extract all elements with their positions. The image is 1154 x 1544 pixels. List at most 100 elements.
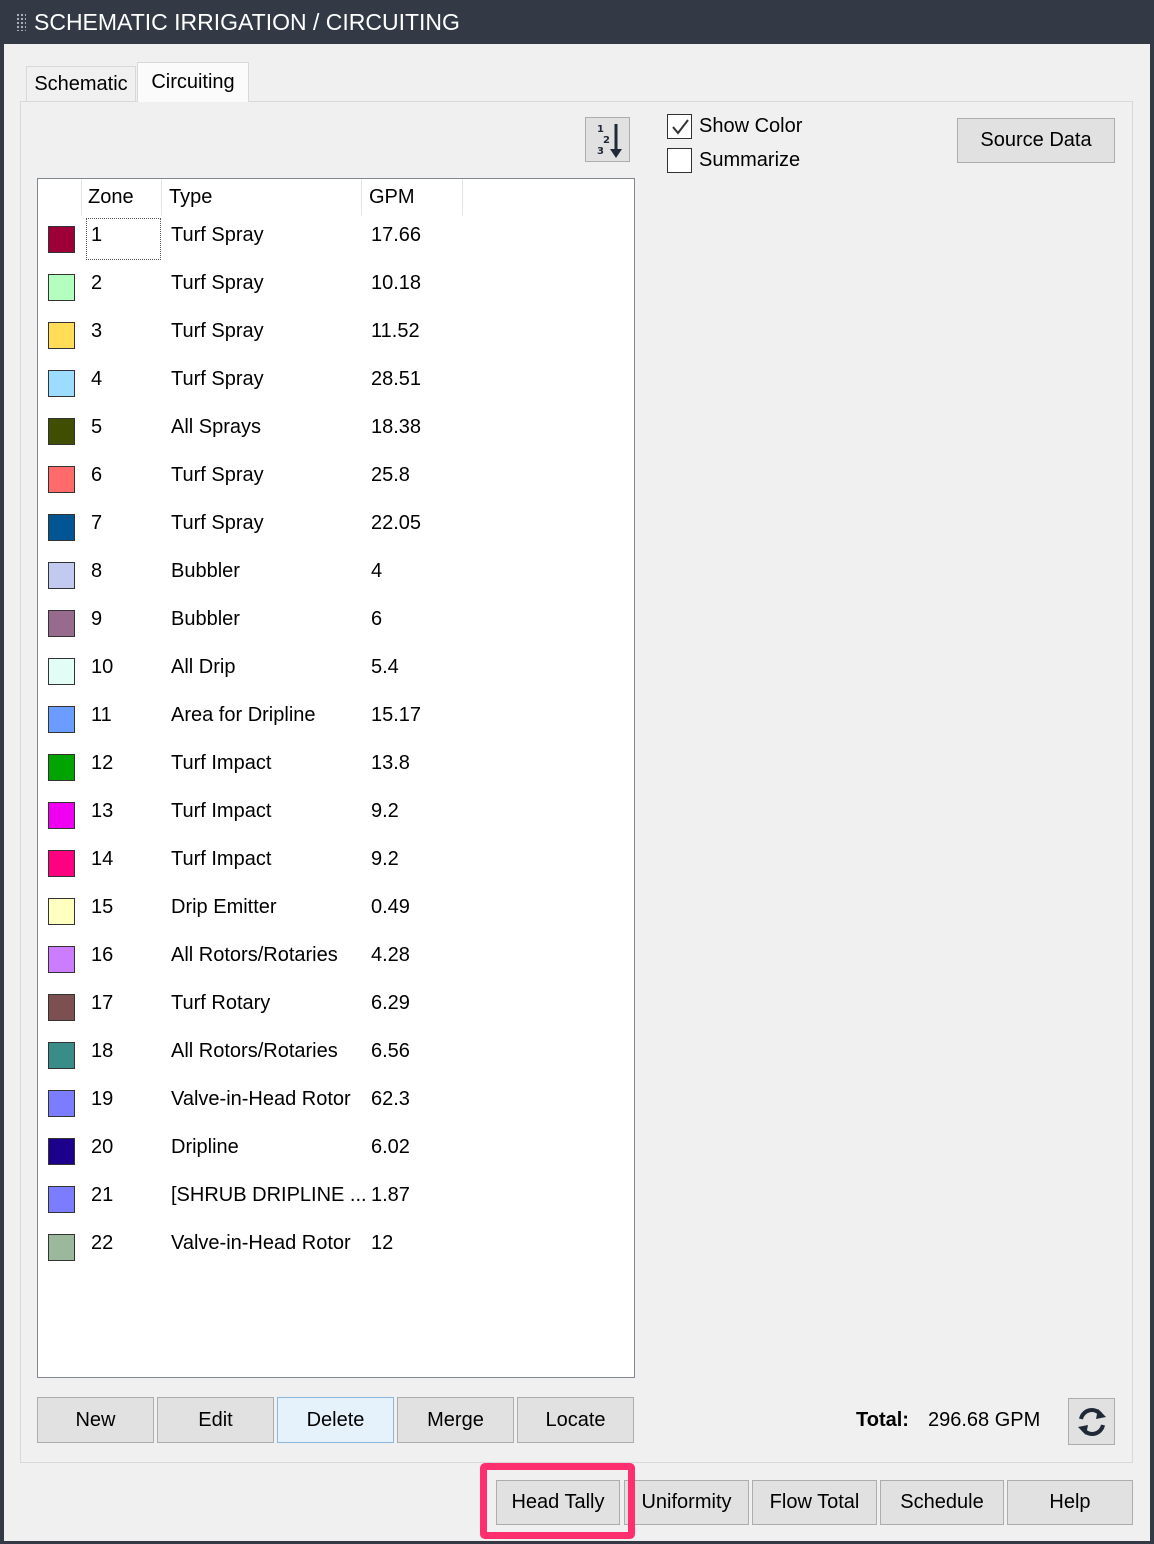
- zone-color-swatch[interactable]: [48, 1090, 75, 1117]
- frame-right: [1150, 44, 1154, 1544]
- table-row[interactable]: 5 All Sprays 18.38: [38, 407, 634, 455]
- uniformity-button[interactable]: Uniformity: [624, 1480, 749, 1525]
- source-data-button[interactable]: Source Data: [957, 118, 1115, 163]
- table-row[interactable]: 8 Bubbler 4: [38, 551, 634, 599]
- type-cell: Drip Emitter: [171, 896, 277, 918]
- grip-icon[interactable]: [16, 13, 26, 31]
- table-row[interactable]: 17 Turf Rotary 6.29: [38, 983, 634, 1031]
- column-header-gpm[interactable]: GPM: [362, 179, 463, 215]
- title-bar[interactable]: SCHEMATIC IRRIGATION / CIRCUITING: [0, 0, 1154, 44]
- delete-button[interactable]: Delete: [277, 1397, 394, 1443]
- gpm-cell: 9.2: [371, 800, 399, 822]
- show-color-label: Show Color: [699, 115, 803, 137]
- zone-color-swatch[interactable]: [48, 946, 75, 973]
- gpm-cell: 4.28: [371, 944, 410, 966]
- table-row[interactable]: 15 Drip Emitter 0.49: [38, 887, 634, 935]
- summarize-option[interactable]: Summarize: [667, 148, 800, 173]
- sort-button[interactable]: 1 2 3: [585, 117, 630, 162]
- schedule-button[interactable]: Schedule: [880, 1480, 1004, 1525]
- help-button[interactable]: Help: [1007, 1480, 1133, 1525]
- type-cell: Turf Spray: [171, 512, 264, 534]
- tab-schematic-label: Schematic: [34, 73, 128, 95]
- zone-color-swatch[interactable]: [48, 658, 75, 685]
- zone-cell: 1: [91, 224, 103, 246]
- gpm-cell: 12: [371, 1232, 394, 1254]
- table-row[interactable]: 9 Bubbler 6: [38, 599, 634, 647]
- zone-color-swatch[interactable]: [48, 1042, 75, 1069]
- gpm-cell: 28.51: [371, 368, 422, 390]
- zone-color-swatch[interactable]: [48, 418, 75, 445]
- column-header-zone[interactable]: Zone: [82, 179, 162, 215]
- tab-circuiting[interactable]: Circuiting: [137, 62, 249, 102]
- table-row[interactable]: 19 Valve-in-Head Rotor 62.3: [38, 1079, 634, 1127]
- gpm-cell: 4: [371, 560, 383, 582]
- zone-color-swatch[interactable]: [48, 1186, 75, 1213]
- table-row[interactable]: 16 All Rotors/Rotaries 4.28: [38, 935, 634, 983]
- new-button[interactable]: New: [37, 1397, 154, 1443]
- table-row[interactable]: 7 Turf Spray 22.05: [38, 503, 634, 551]
- refresh-button[interactable]: [1068, 1398, 1115, 1445]
- zone-color-swatch[interactable]: [48, 370, 75, 397]
- gpm-cell: 17.66: [371, 224, 422, 246]
- table-row[interactable]: 14 Turf Impact 9.2: [38, 839, 634, 887]
- summarize-label: Summarize: [699, 149, 801, 171]
- zone-color-swatch[interactable]: [48, 850, 75, 877]
- zone-list[interactable]: Zone Type GPM 1 Turf Spray 17.66 2 Turf Spra…: [37, 178, 635, 1378]
- edit-button[interactable]: Edit: [157, 1397, 274, 1443]
- show-color-option[interactable]: Show Color: [667, 114, 802, 139]
- locate-button[interactable]: Locate: [517, 1397, 634, 1443]
- zone-color-swatch[interactable]: [48, 754, 75, 781]
- table-row[interactable]: 1 Turf Spray 17.66: [38, 215, 634, 263]
- show-color-checkbox[interactable]: [667, 114, 692, 139]
- type-cell: Turf Impact: [171, 800, 272, 822]
- table-row[interactable]: 13 Turf Impact 9.2: [38, 791, 634, 839]
- summarize-checkbox[interactable]: [667, 148, 692, 173]
- gpm-cell: 62.3: [371, 1088, 410, 1110]
- gpm-cell: 10.18: [371, 272, 422, 294]
- zone-color-swatch[interactable]: [48, 514, 75, 541]
- column-header-color[interactable]: [38, 179, 82, 215]
- zone-color-swatch[interactable]: [48, 994, 75, 1021]
- column-header-type[interactable]: Type: [162, 179, 362, 215]
- zone-color-swatch[interactable]: [48, 322, 75, 349]
- zone-color-swatch[interactable]: [48, 466, 75, 493]
- zone-color-swatch[interactable]: [48, 802, 75, 829]
- zone-color-swatch[interactable]: [48, 1138, 75, 1165]
- zone-color-swatch[interactable]: [48, 562, 75, 589]
- svg-text:2: 2: [603, 135, 610, 146]
- type-cell: Valve-in-Head Rotor: [171, 1232, 351, 1254]
- flow-total-button[interactable]: Flow Total: [752, 1480, 877, 1525]
- table-row[interactable]: 21 [SHRUB DRIPLINE ... 1.87: [38, 1175, 634, 1223]
- merge-button[interactable]: Merge: [397, 1397, 514, 1443]
- table-row[interactable]: 11 Area for Dripline 15.17: [38, 695, 634, 743]
- table-row[interactable]: 3 Turf Spray 11.52: [38, 311, 634, 359]
- zone-cell: 11: [91, 704, 112, 726]
- table-row[interactable]: 6 Turf Spray 25.8: [38, 455, 634, 503]
- gpm-cell: 13.8: [371, 752, 410, 774]
- gpm-cell: 6.29: [371, 992, 410, 1014]
- type-cell: Turf Spray: [171, 224, 264, 246]
- table-row[interactable]: 10 All Drip 5.4: [38, 647, 634, 695]
- gpm-cell: 6.56: [371, 1040, 410, 1062]
- table-row[interactable]: 22 Valve-in-Head Rotor 12: [38, 1223, 634, 1271]
- zone-color-swatch[interactable]: [48, 898, 75, 925]
- type-cell: Bubbler: [171, 560, 240, 582]
- zone-color-swatch[interactable]: [48, 274, 75, 301]
- table-row[interactable]: 4 Turf Spray 28.51: [38, 359, 634, 407]
- zone-color-swatch[interactable]: [48, 610, 75, 637]
- gpm-cell: 1.87: [371, 1184, 410, 1206]
- zone-cell: 6: [91, 464, 103, 486]
- gpm-cell: 18.38: [371, 416, 422, 438]
- zone-color-swatch[interactable]: [48, 1234, 75, 1261]
- frame-left: [0, 44, 4, 1544]
- tab-schematic[interactable]: Schematic: [26, 66, 136, 102]
- table-row[interactable]: 12 Turf Impact 13.8: [38, 743, 634, 791]
- zone-color-swatch[interactable]: [48, 226, 75, 253]
- zone-cell: 17: [91, 992, 114, 1014]
- table-row[interactable]: 2 Turf Spray 10.18: [38, 263, 634, 311]
- head-tally-button[interactable]: Head Tally: [496, 1480, 620, 1525]
- zone-color-swatch[interactable]: [48, 706, 75, 733]
- table-row[interactable]: 20 Dripline 6.02: [38, 1127, 634, 1175]
- table-row[interactable]: 18 All Rotors/Rotaries 6.56: [38, 1031, 634, 1079]
- type-cell: Area for Dripline: [171, 704, 316, 726]
